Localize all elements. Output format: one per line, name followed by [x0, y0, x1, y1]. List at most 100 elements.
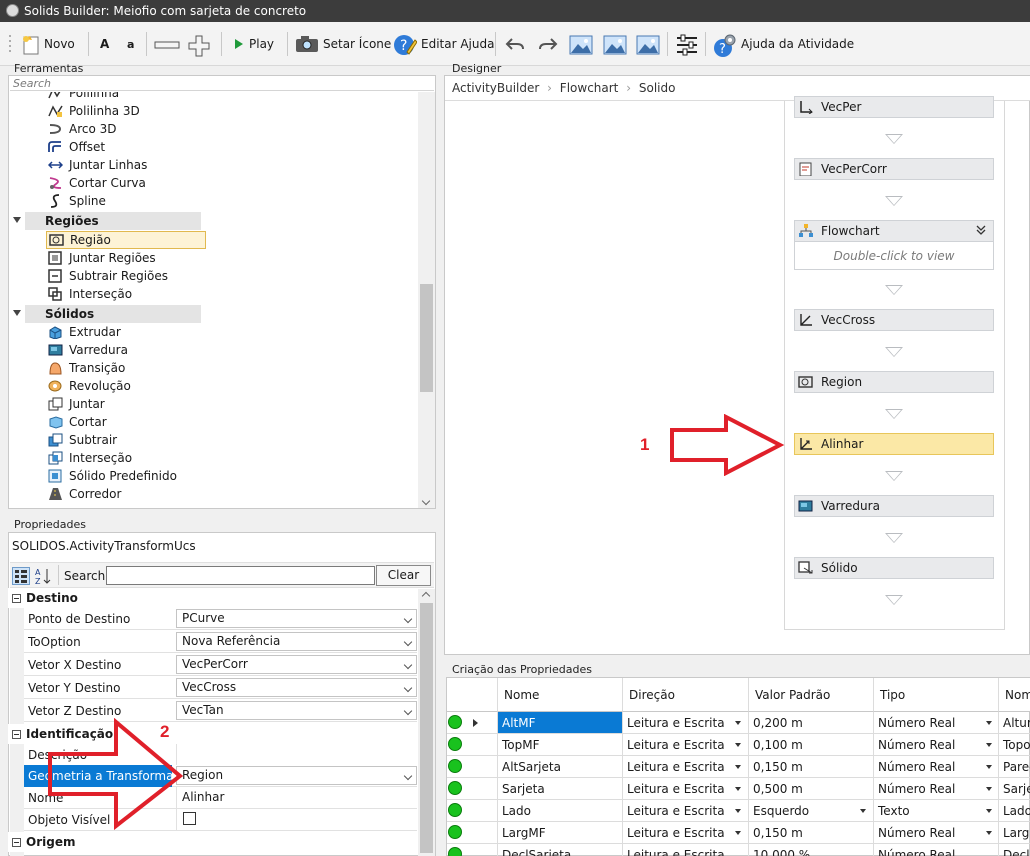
cell-valor[interactable]: Esquerdo — [749, 800, 874, 822]
tree-item-cortar-curva[interactable]: Cortar Curva — [48, 174, 146, 192]
cell-direcao[interactable]: Leitura e Escrita — [623, 800, 749, 822]
image-button-2[interactable] — [603, 31, 627, 57]
cell-tipo[interactable]: Número Real — [874, 756, 999, 778]
editar-ajuda-button[interactable]: ? Editar Ajuda — [393, 31, 494, 57]
tree-item-juntar-linhas[interactable]: Juntar Linhas — [47, 156, 147, 174]
clear-button[interactable]: Clear — [376, 565, 431, 586]
cell-tipo[interactable]: Texto — [874, 800, 999, 822]
cell-direcao[interactable]: Leitura e Escrita — [623, 712, 749, 734]
cell-direcao[interactable]: Leitura e Escrita — [623, 734, 749, 756]
categorized-view-button[interactable] — [12, 567, 30, 585]
font-a-lower-button[interactable]: a — [127, 31, 134, 57]
activity-vecper[interactable]: VecPer — [794, 96, 994, 118]
prop-value-combo[interactable]: Region — [176, 766, 417, 785]
image-button-3[interactable] — [636, 31, 660, 57]
zoom-in-button[interactable] — [187, 31, 210, 57]
scroll-thumb[interactable] — [420, 603, 433, 853]
undo-button[interactable] — [504, 31, 524, 57]
tree-item-regiao[interactable]: Região — [46, 231, 206, 249]
cell-nome[interactable]: AltSarjeta — [498, 756, 623, 778]
prop-category-origem[interactable]: Origem — [8, 832, 417, 852]
cell-nome[interactable]: AltMF — [498, 712, 623, 734]
tree-category-regioes[interactable]: Regiões — [13, 212, 201, 230]
collapse-icon[interactable] — [13, 217, 21, 223]
redo-button[interactable] — [537, 31, 558, 57]
tree-item-transicao[interactable]: Transição — [48, 359, 125, 377]
dropdown-icon[interactable] — [986, 721, 992, 725]
tree-item-subtrair-regioes[interactable]: Subtrair Regiões — [48, 267, 168, 285]
prop-row-vetor-x[interactable]: Vetor X Destino VecPerCorr — [24, 654, 417, 676]
prop-value-combo[interactable]: VecPerCorr — [176, 655, 417, 674]
grid-header-valor[interactable]: Valor Padrão — [749, 678, 874, 712]
cell-nome[interactable]: LargMF — [498, 822, 623, 844]
play-button[interactable]: Play — [233, 31, 274, 57]
prop-row-ponto-destino[interactable]: Ponto de Destino PCurve — [24, 608, 417, 630]
ferramentas-scrollbar[interactable] — [418, 92, 435, 508]
cell-nome[interactable]: Lado — [498, 800, 623, 822]
tree-item-spline[interactable]: Spline — [48, 192, 106, 210]
dropdown-icon[interactable] — [735, 721, 741, 725]
tree-item-juntar-regioes[interactable]: Juntar Regiões — [48, 249, 156, 267]
tree-item-arco-3d[interactable]: Arco 3D — [48, 120, 117, 138]
prop-value[interactable]: Alinhar — [176, 787, 417, 808]
ferramentas-search-input[interactable]: Search — [10, 77, 434, 91]
cell-nome2[interactable]: Decli — [999, 844, 1030, 856]
cell-nome[interactable]: TopMF — [498, 734, 623, 756]
tree-item-solido-predefinido[interactable]: Sólido Predefinido — [48, 467, 177, 485]
breadcrumb-item[interactable]: Solido — [639, 81, 676, 95]
row-status[interactable] — [447, 778, 498, 800]
tree-item-polilinha-3d[interactable]: Polilinha 3D — [48, 102, 140, 120]
tree-item-varredura[interactable]: Varredura — [48, 341, 128, 359]
activity-solido[interactable]: Sólido — [794, 557, 994, 579]
grid-header-nome2[interactable]: Nome — [999, 678, 1030, 712]
cell-tipo[interactable]: Número Real — [874, 734, 999, 756]
row-status[interactable] — [447, 734, 498, 756]
activity-veccross[interactable]: VecCross — [794, 309, 994, 331]
propriedades-search-input[interactable] — [106, 566, 375, 585]
tree-item-revolucao[interactable]: Revolução — [48, 377, 131, 395]
cell-nome[interactable]: Sarjeta — [498, 778, 623, 800]
cell-valor[interactable]: 0,200 m — [749, 712, 874, 734]
grid-header-tipo[interactable]: Tipo — [874, 678, 999, 712]
cell-tipo[interactable]: Número Real — [874, 778, 999, 800]
tree-item-corredor[interactable]: Corredor — [48, 485, 121, 503]
tree-category-solidos[interactable]: Sólidos — [13, 305, 201, 323]
activity-region[interactable]: Region — [794, 371, 994, 393]
scroll-thumb[interactable] — [420, 284, 433, 392]
tree-item-intersecao-regioes[interactable]: Interseção — [48, 285, 132, 303]
dropdown-icon[interactable] — [735, 809, 741, 813]
grid-header-nome[interactable]: Nome — [498, 678, 623, 712]
row-status[interactable] — [447, 822, 498, 844]
prop-value-combo[interactable]: VecCross — [176, 678, 417, 697]
dropdown-icon[interactable] — [986, 743, 992, 747]
cell-nome2[interactable]: Altura — [999, 712, 1030, 734]
tree-item-cortar[interactable]: Cortar — [48, 413, 107, 431]
tree-item-intersecao-solidos[interactable]: Interseção — [48, 449, 132, 467]
dropdown-icon[interactable] — [735, 743, 741, 747]
scroll-down-icon[interactable] — [421, 496, 431, 506]
cell-nome[interactable]: DeclSarjeta — [498, 844, 623, 856]
collapse-icon[interactable] — [12, 730, 21, 739]
dropdown-icon[interactable] — [735, 831, 741, 835]
prop-value[interactable] — [176, 744, 417, 765]
dropdown-icon[interactable] — [986, 809, 992, 813]
ajuda-atividade-button[interactable]: ? Ajuda da Atividade — [711, 31, 854, 57]
breadcrumb-item[interactable]: Flowchart — [560, 81, 619, 95]
breadcrumb-item[interactable]: ActivityBuilder — [452, 81, 539, 95]
tree-item-subtrair[interactable]: Subtrair — [48, 431, 117, 449]
cell-tipo[interactable]: Número Real — [874, 844, 999, 856]
cell-nome2[interactable]: Lado — [999, 800, 1030, 822]
cell-direcao[interactable]: Leitura e Escrita — [623, 822, 749, 844]
activity-flowchart[interactable]: Flowchart — [794, 220, 994, 242]
cell-valor[interactable]: 10,000 % — [749, 844, 874, 856]
activity-vecpercorr[interactable]: VecPerCorr — [794, 158, 994, 180]
activity-alinhar[interactable]: Alinhar — [794, 433, 994, 455]
cell-valor[interactable]: 0,150 m — [749, 756, 874, 778]
row-status[interactable] — [447, 756, 498, 778]
dropdown-icon[interactable] — [735, 787, 741, 791]
settings-button[interactable] — [675, 31, 699, 57]
propriedades-scrollbar[interactable] — [418, 589, 435, 856]
image-button-1[interactable] — [569, 31, 593, 57]
cell-nome2[interactable]: Largur — [999, 822, 1030, 844]
cell-tipo[interactable]: Número Real — [874, 712, 999, 734]
